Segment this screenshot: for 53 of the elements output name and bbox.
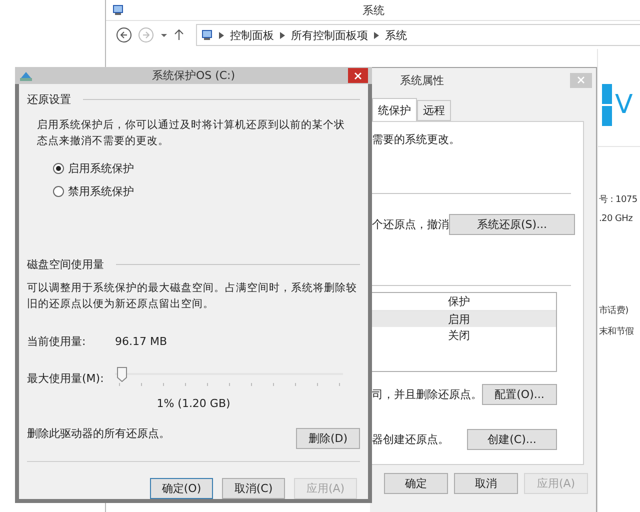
dialog-button[interactable]: 确定(O) (150, 478, 213, 499)
dialog-button[interactable]: 取消 (454, 473, 518, 494)
description-text: 可以调整用于系统保护的最大磁盘空间。占满空间时，系统将删除较旧的还原点以便为新还原点留出空间。 (27, 281, 358, 312)
info-text: 市话费) (599, 304, 630, 317)
dialog-button[interactable]: 确定 (384, 473, 448, 494)
up-icon[interactable] (174, 29, 184, 41)
create-button[interactable]: 创建(C)... (467, 429, 557, 450)
caret-icon[interactable] (160, 31, 168, 39)
usage-value: 96.17 MB (115, 335, 168, 348)
info-text: 号 : 1075 (599, 194, 638, 206)
column-header: 保护 (447, 294, 470, 309)
slider-thumb[interactable] (117, 367, 128, 382)
radio-option[interactable]: 启用系统保护 (53, 161, 134, 176)
breadcrumb[interactable]: 控制面板 (230, 28, 274, 42)
radio-option[interactable]: 禁用系统保护 (53, 184, 134, 199)
usage-slider[interactable] (115, 367, 343, 389)
computer-icon (112, 4, 124, 16)
chevron-icon (219, 32, 224, 38)
computer-icon (201, 29, 213, 41)
close-icon (577, 76, 585, 84)
address-bar[interactable]: 控制面板 所有控制面板项 系统 (196, 24, 640, 46)
chevron-icon (374, 32, 379, 38)
field-label: 最大使用量(M): (27, 370, 105, 386)
chevron-icon (280, 32, 285, 38)
slider-reading: 1% (1.20 GB) (156, 397, 230, 410)
system-restore-button[interactable]: 系统还原(S)... (449, 214, 575, 235)
close-icon (354, 72, 362, 80)
breadcrumb[interactable]: 所有控制面板项 (291, 28, 368, 42)
close-button[interactable] (348, 68, 368, 83)
delete-button[interactable]: 删除(D) (296, 428, 360, 449)
logo-text: V (615, 92, 633, 118)
description-text: 需要的系统更改。 (372, 132, 461, 147)
description-text: 启用系统保护后，你可以通过及时将计算机还原到以前的某个状态点来撤消不需要的更改。 (37, 118, 346, 149)
description-text: 个还原点，撤消 (372, 217, 449, 232)
windows-logo-icon (602, 84, 612, 126)
dialog-button[interactable]: 取消(C) (222, 478, 285, 499)
configure-button[interactable]: 配置(O)... (482, 384, 557, 405)
info-text: .20 GHz (599, 214, 634, 224)
window-title: 系统属性 (400, 72, 444, 88)
description-text: 司，并且删除还原点。 (372, 387, 482, 402)
tab[interactable]: 统保护 (372, 98, 417, 121)
section-heading: 磁盘空间使用量 (27, 257, 104, 272)
breadcrumb[interactable]: 系统 (385, 28, 407, 42)
dialog-title: 系统保护OS (C:) (152, 68, 236, 83)
info-text: 末和节假 (599, 326, 635, 338)
back-icon[interactable] (116, 27, 132, 43)
section-heading: 还原设置 (27, 92, 71, 107)
field-label: 当前使用量: (27, 334, 87, 349)
description-text: 删除此驱动器的所有还原点。 (27, 426, 170, 441)
tab[interactable]: 远程 (417, 100, 451, 121)
table-row[interactable]: 启用 (372, 311, 556, 327)
description-text: 器创建还原点。 (372, 432, 449, 447)
window-title: 系统 (362, 2, 384, 18)
